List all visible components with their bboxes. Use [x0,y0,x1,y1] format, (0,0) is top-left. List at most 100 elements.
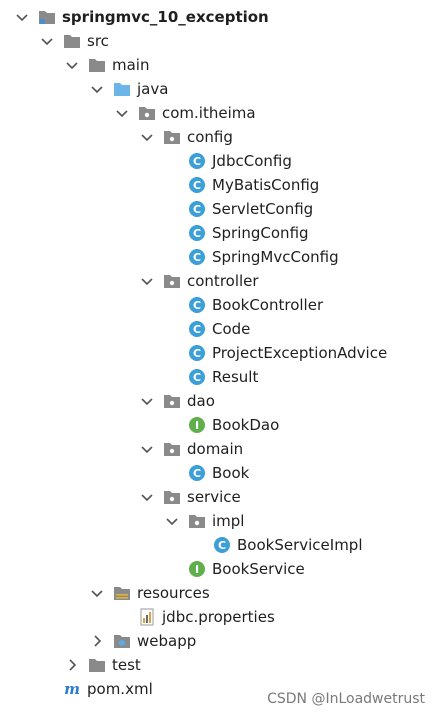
interface-icon: I [188,560,206,578]
svg-text:C: C [218,539,226,552]
tree-node[interactable]: C SpringMvcConfig [0,245,439,269]
tree-node-label: java [137,80,169,98]
tree-node[interactable]: C Code [0,317,439,341]
tree-node[interactable]: src [0,29,439,53]
tree-node-label: com.itheima [162,104,256,122]
source-folder-icon [113,80,131,98]
tree-node-label: BookDao [212,416,280,434]
tree-node[interactable]: C BookController [0,293,439,317]
tree-node[interactable]: controller [0,269,439,293]
chevron-right-icon[interactable] [64,657,80,673]
maven-icon: m [63,680,81,698]
tree-node[interactable]: C ServletConfig [0,197,439,221]
folder-icon [88,656,106,674]
folder-icon [63,32,81,50]
package-icon [163,392,181,410]
folder-icon [88,56,106,74]
class-icon: C [188,368,206,386]
svg-text:m: m [64,680,80,698]
tree-node-label: main [112,56,150,74]
tree-node[interactable]: service [0,485,439,509]
tree-node[interactable]: C JdbcConfig [0,149,439,173]
tree-node[interactable]: domain [0,437,439,461]
project-tree: springmvc_10_exceptionsrc main java com.ith… [0,5,439,701]
chevron-right-icon[interactable] [89,633,105,649]
chevron-down-icon[interactable] [164,513,180,529]
package-icon [163,488,181,506]
tree-node-label: domain [187,440,244,458]
chevron-down-icon[interactable] [64,57,80,73]
package-icon [188,512,206,530]
tree-node-label: springmvc_10_exception [62,8,269,26]
chevron-down-icon[interactable] [39,33,55,49]
chevron-down-icon[interactable] [139,273,155,289]
svg-text:I: I [195,419,199,432]
class-icon: C [188,152,206,170]
class-icon: C [188,320,206,338]
svg-text:C: C [193,227,201,240]
svg-text:C: C [193,467,201,480]
class-icon: C [188,224,206,242]
tree-node-label: MyBatisConfig [212,176,320,194]
tree-node-label: ServletConfig [212,200,314,218]
svg-text:C: C [193,299,201,312]
tree-node[interactable]: C Result [0,365,439,389]
tree-node-label: src [87,32,109,50]
tree-node[interactable]: main [0,53,439,77]
watermark: CSDN @InLoadwetrust [267,691,425,707]
svg-text:C: C [193,203,201,216]
tree-node-label: BookServiceImpl [237,536,363,554]
class-icon: C [188,248,206,266]
tree-node-label: BookService [212,560,305,578]
tree-node[interactable]: config [0,125,439,149]
chevron-down-icon[interactable] [14,9,30,25]
svg-text:C: C [193,323,201,336]
tree-node-label: JdbcConfig [212,152,292,170]
tree-node-label: resources [137,584,210,602]
tree-node-label: impl [212,512,245,530]
tree-node[interactable]: springmvc_10_exception [0,5,439,29]
tree-node[interactable]: C BookServiceImpl [0,533,439,557]
resources-folder-icon [113,584,131,602]
chevron-down-icon[interactable] [139,441,155,457]
properties-file-icon [138,608,156,626]
module-folder-icon [38,8,56,26]
package-icon [138,104,156,122]
svg-text:C: C [193,251,201,264]
chevron-down-icon[interactable] [89,585,105,601]
chevron-down-icon[interactable] [139,129,155,145]
tree-node[interactable]: impl [0,509,439,533]
tree-node[interactable]: I BookService [0,557,439,581]
chevron-down-icon[interactable] [114,105,130,121]
tree-node-label: jdbc.properties [162,608,275,626]
tree-node-label: service [187,488,241,506]
svg-text:C: C [193,179,201,192]
tree-node[interactable]: dao [0,389,439,413]
tree-node[interactable]: C ProjectExceptionAdvice [0,341,439,365]
tree-node[interactable]: webapp [0,629,439,653]
svg-text:C: C [193,347,201,360]
chevron-down-icon[interactable] [89,81,105,97]
tree-node[interactable]: C MyBatisConfig [0,173,439,197]
chevron-down-icon[interactable] [139,489,155,505]
package-icon [163,272,181,290]
package-icon [163,440,181,458]
class-icon: C [213,536,231,554]
class-icon: C [188,200,206,218]
chevron-down-icon[interactable] [139,393,155,409]
tree-node-label: webapp [137,632,197,650]
tree-node-label: BookController [212,296,324,314]
tree-node-label: controller [187,272,259,290]
tree-node[interactable]: com.itheima [0,101,439,125]
tree-node[interactable]: jdbc.properties [0,605,439,629]
tree-node-label: Code [212,320,251,338]
tree-node[interactable]: I BookDao [0,413,439,437]
package-icon [163,128,181,146]
tree-node[interactable]: resources [0,581,439,605]
tree-node[interactable]: java [0,77,439,101]
tree-node-label: Book [212,464,250,482]
tree-node[interactable]: test [0,653,439,677]
web-folder-icon [113,632,131,650]
tree-node[interactable]: C Book [0,461,439,485]
tree-node[interactable]: C SpringConfig [0,221,439,245]
